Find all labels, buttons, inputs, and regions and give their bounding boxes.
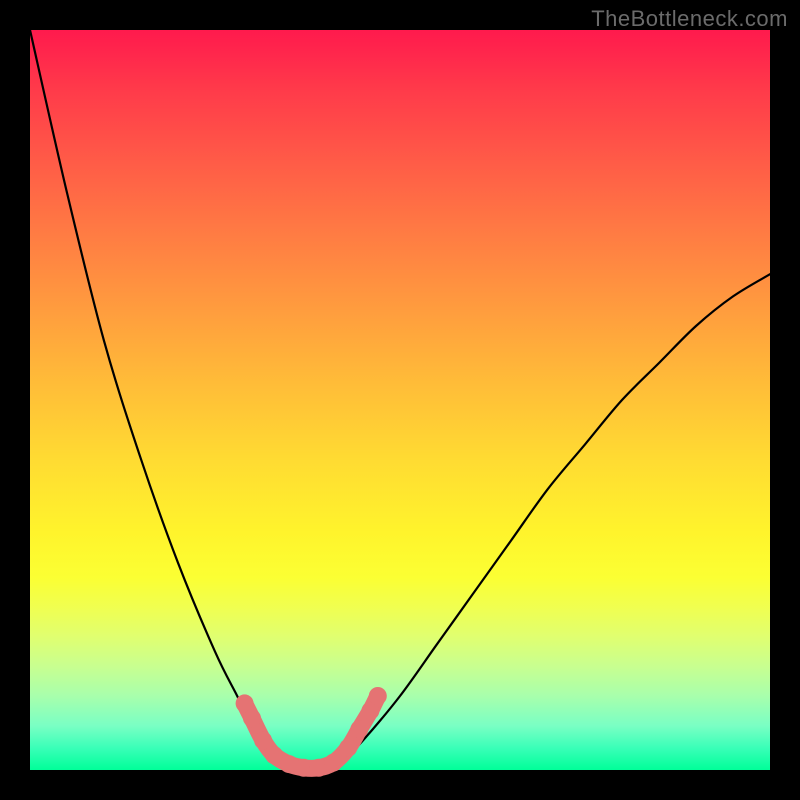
watermark-text: TheBottleneck.com xyxy=(591,6,788,32)
valley-marker xyxy=(350,720,368,738)
series-right-curve xyxy=(326,274,770,770)
valley-marker xyxy=(324,754,342,772)
curve-layer xyxy=(30,30,770,771)
chart-plot-area xyxy=(30,30,770,770)
chart-svg xyxy=(30,30,770,770)
valley-marker xyxy=(369,687,387,705)
valley-marker xyxy=(254,731,272,749)
series-left-curve xyxy=(30,30,304,771)
valley-marker xyxy=(339,739,357,757)
valley-marker xyxy=(243,709,261,727)
marker-layer xyxy=(236,687,387,777)
